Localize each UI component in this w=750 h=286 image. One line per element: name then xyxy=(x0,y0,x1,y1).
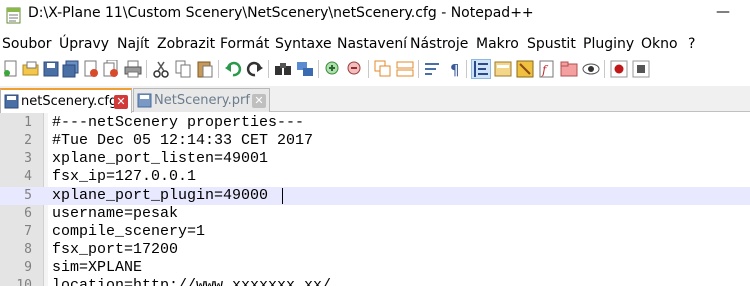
code-line[interactable]: 4 fsx_ip=127.0.0.1 xyxy=(0,168,750,186)
line-text[interactable]: fsx_port=17200 xyxy=(52,241,178,258)
menu-spustit[interactable]: Spustit xyxy=(527,36,576,52)
code-line[interactable]: 7 compile_scenery=1 xyxy=(0,223,750,241)
find-icon[interactable] xyxy=(274,60,292,78)
svg-text:¶: ¶ xyxy=(450,61,460,78)
undo-icon[interactable] xyxy=(224,60,242,78)
document-saved-icon xyxy=(4,94,19,109)
paste-icon[interactable] xyxy=(196,60,214,78)
line-number: 7 xyxy=(24,224,32,239)
menu-format[interactable]: Formát xyxy=(220,36,269,52)
code-line[interactable]: 3 xplane_port_listen=49001 xyxy=(0,150,750,168)
toolbar-separator xyxy=(604,60,605,78)
line-number: 6 xyxy=(24,206,32,221)
line-text[interactable]: xplane_port_plugin=49000 xyxy=(52,187,268,204)
code-line[interactable]: 6 username=pesak xyxy=(0,205,750,223)
tab-close-button[interactable]: ✕ xyxy=(114,95,128,109)
line-text[interactable]: #Tue Dec 05 12:14:33 CET 2017 xyxy=(52,132,313,149)
code-line[interactable]: 10 location=http://www.xxxxxxx.xx/ xyxy=(0,277,750,286)
record-macro-icon[interactable] xyxy=(610,60,628,78)
line-text[interactable]: xplane_port_listen=49001 xyxy=(52,150,268,167)
document-map-icon[interactable] xyxy=(516,60,534,78)
toolbar-separator xyxy=(466,60,467,78)
tab-label: netScenery.cfg xyxy=(21,94,118,109)
stop-macro-icon[interactable] xyxy=(632,60,650,78)
code-line[interactable]: 2 #Tue Dec 05 12:14:33 CET 2017 xyxy=(0,132,750,150)
cut-icon[interactable] xyxy=(152,60,170,78)
menu-makro[interactable]: Makro xyxy=(476,36,519,52)
code-line[interactable]: 9 sim=XPLANE xyxy=(0,259,750,277)
current-line[interactable]: 5 xplane_port_plugin=49000 xyxy=(0,187,750,205)
menu-nastaveni[interactable]: Nastavení xyxy=(337,36,407,52)
folder-workspace-icon[interactable] xyxy=(560,60,578,78)
toolbar-separator xyxy=(218,60,219,78)
menu-soubor[interactable]: Soubor xyxy=(2,36,52,52)
menu-nastroje[interactable]: Nástroje xyxy=(410,36,468,52)
line-text[interactable]: location=http://www.xxxxxxx.xx/ xyxy=(52,277,331,286)
line-number: 8 xyxy=(24,242,32,257)
sync-vertical-icon[interactable] xyxy=(374,60,392,78)
toolbar-separator xyxy=(318,60,319,78)
print-icon[interactable] xyxy=(124,60,142,78)
menu-najit[interactable]: Najít xyxy=(117,36,149,52)
toolbar-separator xyxy=(146,60,147,78)
sync-horizontal-icon[interactable] xyxy=(396,60,414,78)
line-number: 1 xyxy=(24,115,32,130)
tab-netscenery-prf[interactable]: NetScenery.prf ✕ xyxy=(133,88,270,112)
show-all-chars-icon[interactable]: ¶ xyxy=(446,60,464,78)
menu-upravy[interactable]: Úpravy xyxy=(59,36,109,52)
zoom-out-icon[interactable] xyxy=(346,60,364,78)
line-number: 9 xyxy=(24,260,32,275)
indent-guide-icon[interactable] xyxy=(471,59,491,79)
line-text[interactable]: sim=XPLANE xyxy=(52,259,142,276)
minimize-button[interactable]: — xyxy=(716,4,730,20)
copy-icon[interactable] xyxy=(174,60,192,78)
tab-netscenery-cfg[interactable]: netScenery.cfg ✕ xyxy=(0,88,132,113)
menu-syntaxe[interactable]: Syntaxe xyxy=(275,36,332,52)
redo-icon[interactable] xyxy=(246,60,264,78)
function-list-icon[interactable]: f xyxy=(538,60,556,78)
new-file-icon[interactable] xyxy=(2,60,20,78)
open-file-icon[interactable] xyxy=(22,60,40,78)
line-number: 10 xyxy=(16,278,32,286)
close-all-icon[interactable] xyxy=(102,60,120,78)
menu-zobrazit[interactable]: Zobrazit xyxy=(157,36,215,52)
line-number: 4 xyxy=(24,169,32,184)
window-title: D:\X-Plane 11\Custom Scenery\NetScenery\… xyxy=(28,5,534,21)
notepad-plus-plus-icon xyxy=(6,7,21,24)
text-caret xyxy=(282,188,283,204)
editor-area[interactable]: 1 #---netScenery properties--- 2 #Tue De… xyxy=(0,113,750,286)
save-all-icon[interactable] xyxy=(62,60,80,78)
tab-strip: netScenery.cfg ✕ NetScenery.prf ✕ xyxy=(0,86,750,113)
line-number: 5 xyxy=(24,188,32,203)
toolbar-separator xyxy=(268,60,269,78)
menu-pluginy[interactable]: Pluginy xyxy=(583,36,634,52)
tab-close-button[interactable]: ✕ xyxy=(252,94,266,108)
line-text[interactable]: fsx_ip=127.0.0.1 xyxy=(52,168,196,185)
code-line[interactable]: 1 #---netScenery properties--- xyxy=(0,114,750,132)
toolbar-separator xyxy=(418,60,419,78)
line-text[interactable]: #---netScenery properties--- xyxy=(52,114,304,131)
tab-label: NetScenery.prf xyxy=(154,93,250,108)
menu-okno[interactable]: Okno xyxy=(641,36,678,52)
line-text[interactable]: compile_scenery=1 xyxy=(52,223,205,240)
code-line[interactable]: 8 fsx_port=17200 xyxy=(0,241,750,259)
save-icon[interactable] xyxy=(42,60,60,78)
line-number: 3 xyxy=(24,151,32,166)
close-icon[interactable] xyxy=(82,60,100,78)
menu-help[interactable]: ? xyxy=(688,36,695,52)
zoom-in-icon[interactable] xyxy=(324,60,342,78)
toolbar-separator xyxy=(368,60,369,78)
word-wrap-icon[interactable] xyxy=(424,60,442,78)
menu-bar: Soubor Úpravy Najít Zobrazit Formát Synt… xyxy=(0,34,750,56)
line-text[interactable]: username=pesak xyxy=(52,205,178,222)
toolbar: ¶ f xyxy=(0,56,750,82)
monitoring-icon[interactable] xyxy=(582,60,600,78)
title-bar: D:\X-Plane 11\Custom Scenery\NetScenery\… xyxy=(0,0,750,30)
user-language-icon[interactable] xyxy=(494,60,512,78)
document-saved-icon xyxy=(137,93,152,108)
line-number: 2 xyxy=(24,133,32,148)
replace-icon[interactable] xyxy=(296,60,314,78)
